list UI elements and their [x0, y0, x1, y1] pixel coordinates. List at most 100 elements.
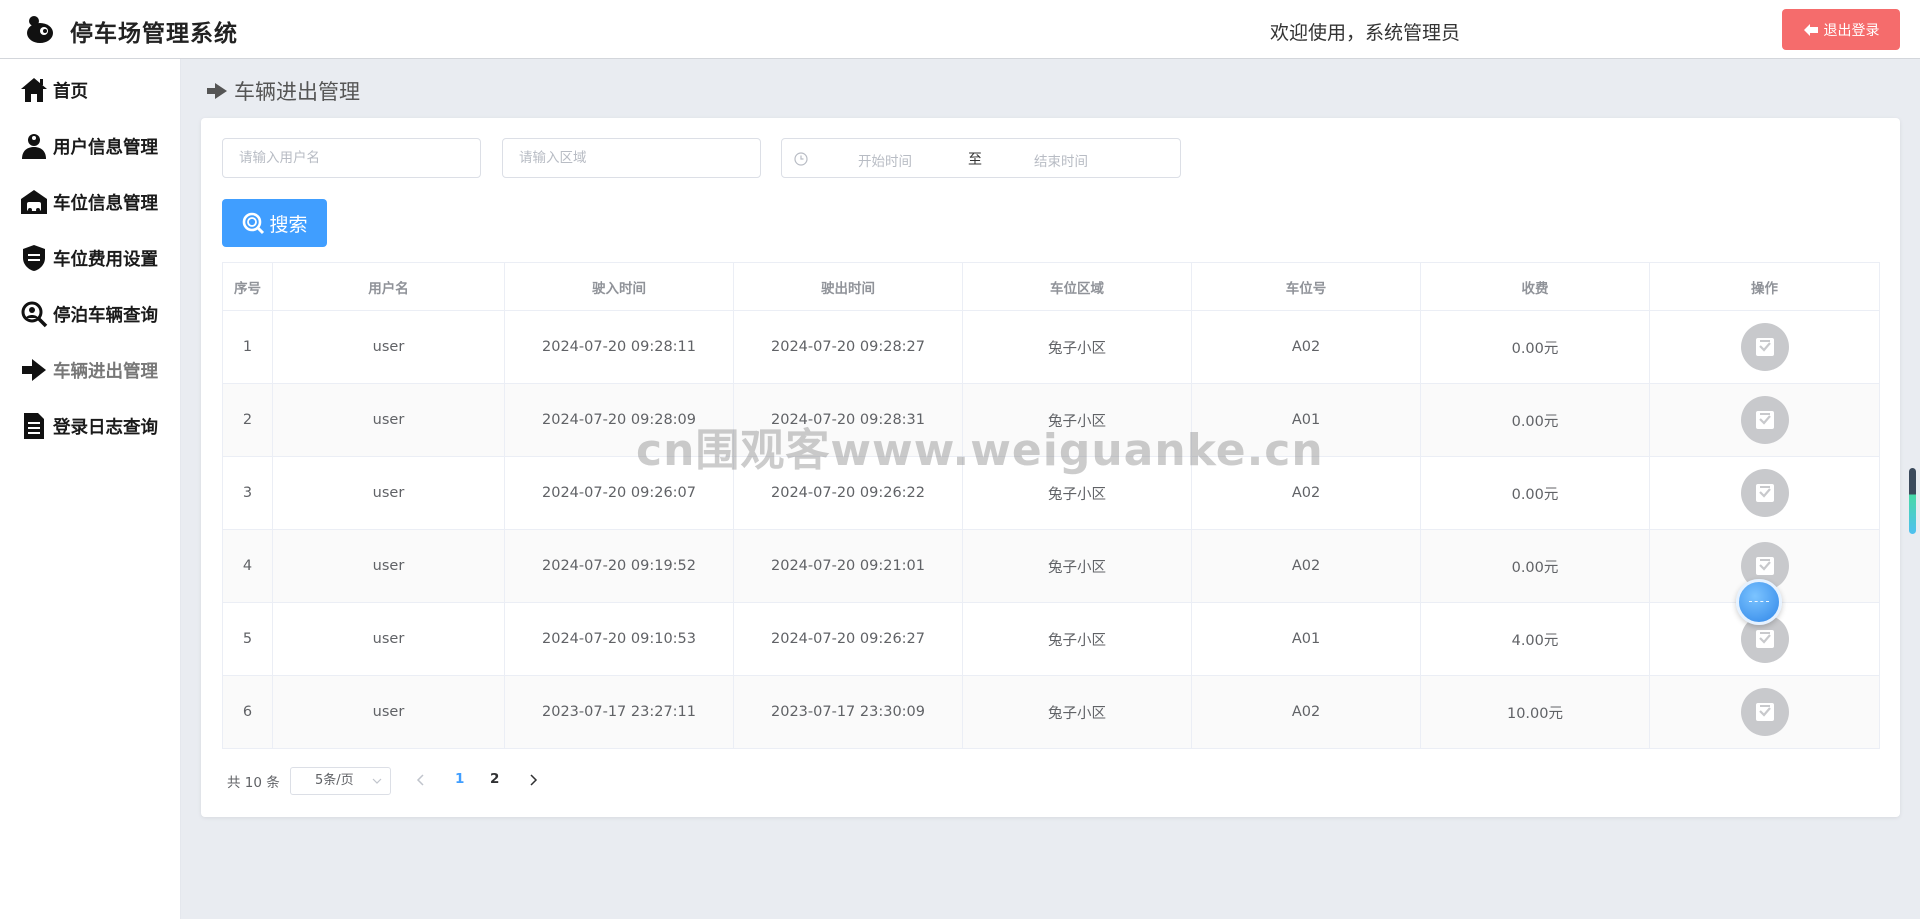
cell-entry-time: 2024-07-20 09:28:09	[504, 383, 734, 457]
row-action-button[interactable]	[1740, 469, 1789, 517]
cell-index: 6	[222, 675, 273, 749]
column-header: 驶出时间	[733, 262, 963, 311]
row-action-button[interactable]	[1740, 396, 1789, 444]
sidebar-item-home[interactable]: 首页	[20, 73, 88, 107]
cell-entry-time: 2023-07-17 23:27:11	[504, 675, 734, 749]
cell-exit-time: 2024-07-20 09:21:01	[733, 529, 963, 603]
cell-username: user	[272, 529, 505, 603]
sidebar-item-fee-setting[interactable]: 车位费用设置	[20, 241, 158, 275]
sidebar-item-user-info[interactable]: 用户信息管理	[20, 129, 158, 163]
area-input[interactable]	[502, 138, 761, 178]
cell-exit-time: 2024-07-20 09:26:22	[733, 456, 963, 530]
column-header: 车位号	[1191, 262, 1421, 311]
floating-assistant-ball[interactable]	[1736, 579, 1782, 625]
cell-entry-time: 2024-07-20 09:26:07	[504, 456, 734, 530]
cell-space-no: A02	[1191, 310, 1421, 384]
page-number-1[interactable]: 1	[455, 771, 464, 787]
cell-area: 兔子小区	[962, 529, 1192, 603]
cell-fee: 0.00元	[1420, 383, 1650, 457]
welcome-text: 欢迎使用，系统管理员	[1270, 22, 1461, 44]
arrow-right-icon	[207, 83, 227, 99]
cell-fee: 4.00元	[1420, 602, 1650, 676]
sidebar-item-label: 首页	[53, 81, 88, 102]
end-time-placeholder[interactable]: 结束时间	[1034, 150, 1088, 170]
cell-area: 兔子小区	[962, 310, 1192, 384]
cell-space-no: A02	[1191, 675, 1421, 749]
sidebar: 首页 用户信息管理 车位信息管理 车位费用设置 停泊车辆查询 车辆进出管理 登录…	[0, 59, 181, 919]
sidebar-item-space-info[interactable]: 车位信息管理	[20, 185, 158, 219]
cell-area: 兔子小区	[962, 602, 1192, 676]
sidebar-item-label: 停泊车辆查询	[53, 305, 158, 326]
page-size-select[interactable]: 5条/页	[290, 767, 391, 795]
checkbox-icon	[1755, 703, 1774, 721]
cell-area: 兔子小区	[962, 675, 1192, 749]
date-range-picker[interactable]: 开始时间 至 结束时间	[781, 138, 1181, 178]
chevron-down-icon	[372, 778, 382, 784]
chevron-right-icon[interactable]	[526, 771, 540, 789]
cell-area: 兔子小区	[962, 456, 1192, 530]
username-input[interactable]	[222, 138, 481, 178]
start-time-placeholder[interactable]: 开始时间	[858, 150, 912, 170]
cell-space-no: A01	[1191, 383, 1421, 457]
sidebar-item-vehicle-io[interactable]: 车辆进出管理	[20, 353, 158, 387]
row-action-button[interactable]	[1740, 688, 1789, 736]
sidebar-item-parked-query[interactable]: 停泊车辆查询	[20, 297, 158, 331]
cell-entry-time: 2024-07-20 09:28:11	[504, 310, 734, 384]
page-number-2[interactable]: 2	[490, 771, 499, 787]
column-header: 收费	[1420, 262, 1650, 311]
checkbox-icon	[1755, 557, 1774, 575]
table-row: 1 user 2024-07-20 09:28:11 2024-07-20 09…	[222, 310, 1880, 384]
cell-fee: 0.00元	[1420, 310, 1650, 384]
cell-index: 1	[222, 310, 273, 384]
checkbox-icon	[1755, 338, 1774, 356]
app-title: 停车场管理系统	[70, 21, 238, 47]
logout-button[interactable]: 退出登录	[1782, 9, 1900, 50]
cell-index: 3	[222, 456, 273, 530]
cell-entry-time: 2024-07-20 09:19:52	[504, 529, 734, 603]
pagination-total: 共 10 条	[227, 775, 280, 791]
column-header: 驶入时间	[504, 262, 734, 311]
search-icon	[243, 212, 265, 235]
cell-space-no: A02	[1191, 529, 1421, 603]
search-label: 搜索	[269, 213, 308, 236]
checkbox-icon	[1755, 411, 1774, 429]
cell-exit-time: 2024-07-20 09:28:31	[733, 383, 963, 457]
table-header-row: 序号 用户名 驶入时间 驶出时间 车位区域 车位号 收费 操作	[222, 262, 1880, 311]
range-separator: 至	[968, 152, 982, 168]
top-header: 停车场管理系统 欢迎使用，系统管理员 退出登录	[0, 0, 1920, 59]
side-scroll-indicator[interactable]	[1909, 468, 1916, 534]
page-heading: 车辆进出管理	[206, 77, 360, 105]
row-action-button[interactable]	[1740, 323, 1789, 371]
sidebar-item-label: 车辆进出管理	[53, 361, 158, 382]
table-row: 3 user 2024-07-20 09:26:07 2024-07-20 09…	[222, 456, 1880, 530]
home-icon	[21, 78, 47, 102]
column-header: 用户名	[272, 262, 505, 311]
sidebar-item-label: 用户信息管理	[53, 137, 158, 158]
table-row: 4 user 2024-07-20 09:19:52 2024-07-20 09…	[222, 529, 1880, 603]
sidebar-item-label: 车位费用设置	[53, 249, 158, 270]
sidebar-item-label: 车位信息管理	[53, 193, 158, 214]
logout-label: 退出登录	[1823, 22, 1880, 39]
cell-fee: 0.00元	[1420, 529, 1650, 603]
page-size-value: 5条/页	[315, 773, 354, 788]
cell-fee: 10.00元	[1420, 675, 1650, 749]
cell-index: 4	[222, 529, 273, 603]
column-header: 车位区域	[962, 262, 1192, 311]
sidebar-item-login-log[interactable]: 登录日志查询	[20, 409, 158, 443]
table-row: 6 user 2023-07-17 23:27:11 2023-07-17 23…	[222, 675, 1880, 749]
cell-area: 兔子小区	[962, 383, 1192, 457]
cell-username: user	[272, 383, 505, 457]
garage-icon	[21, 190, 47, 214]
search-button[interactable]: 搜索	[222, 199, 327, 247]
user-icon	[22, 134, 46, 159]
chevron-left-icon[interactable]	[414, 771, 428, 789]
checkbox-icon	[1755, 484, 1774, 502]
column-header: 操作	[1649, 262, 1880, 311]
sidebar-item-label: 登录日志查询	[53, 417, 158, 438]
cell-exit-time: 2024-07-20 09:28:27	[733, 310, 963, 384]
vehicle-io-table: 序号 用户名 驶入时间 驶出时间 车位区域 车位号 收费 操作 1 user 2…	[222, 262, 1880, 749]
cell-exit-time: 2024-07-20 09:26:27	[733, 602, 963, 676]
document-icon	[24, 413, 44, 439]
column-header: 序号	[222, 262, 273, 311]
cell-username: user	[272, 675, 505, 749]
